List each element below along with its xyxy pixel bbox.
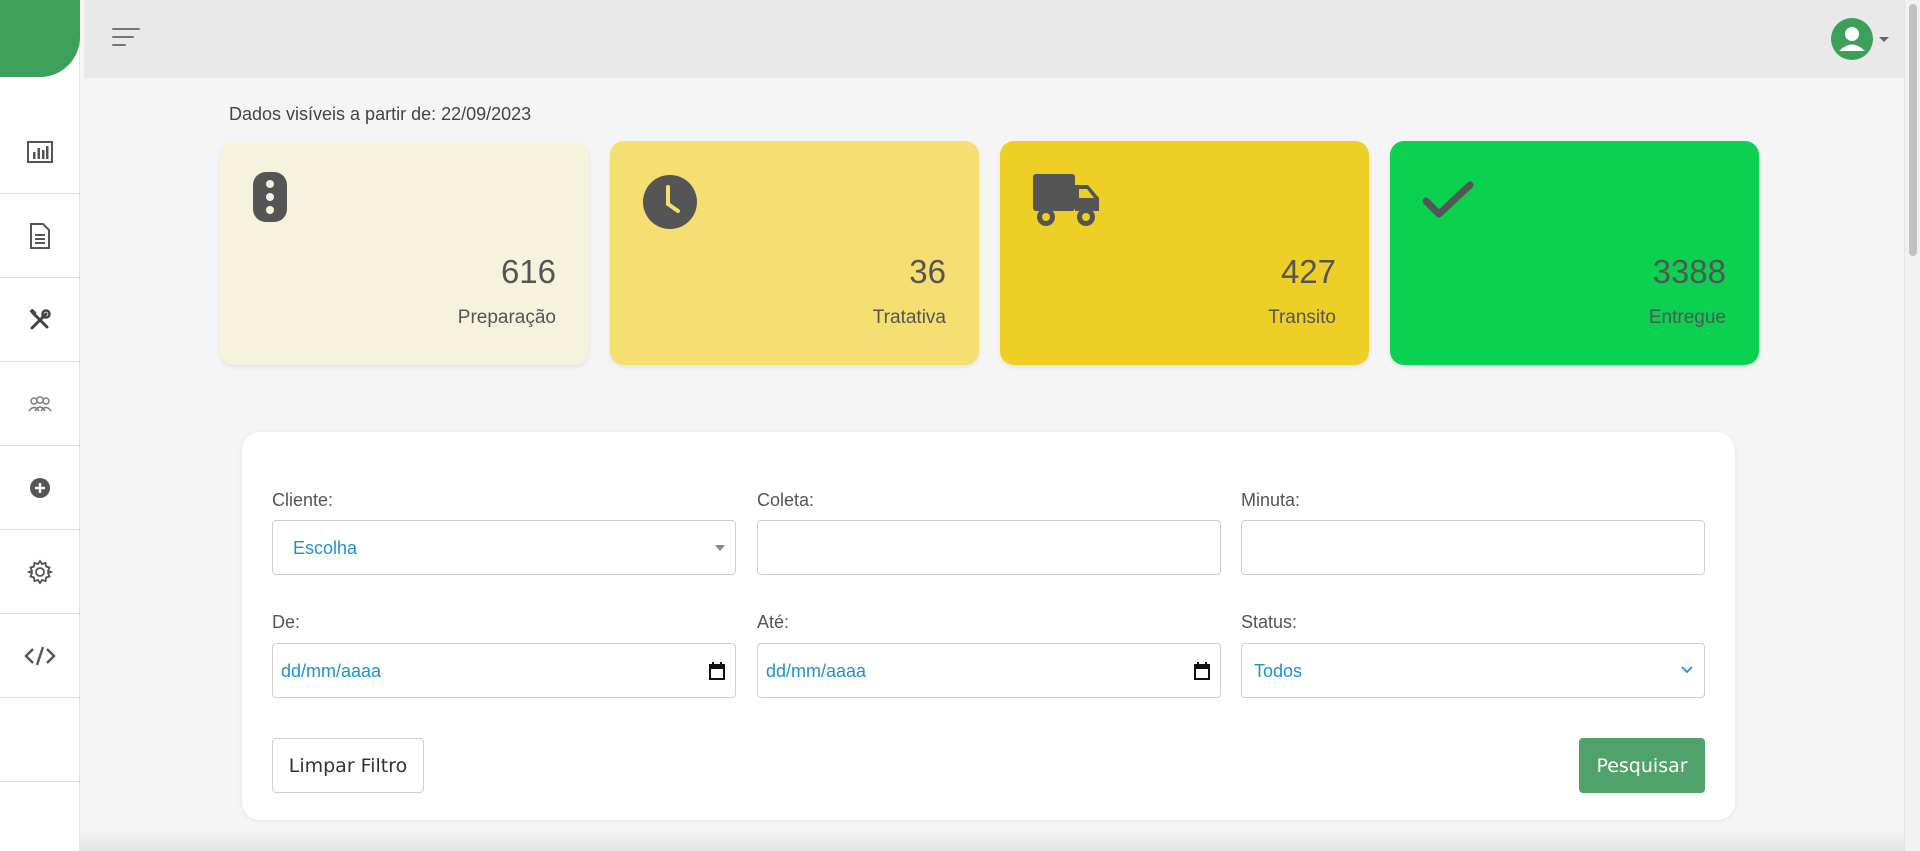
ate-label: Até: [757,612,790,632]
brand-logo [0,0,80,77]
bottom-shadow [80,829,1904,851]
cliente-select-value: Escolha [293,538,358,558]
tools-icon [29,308,51,329]
scrollbar-thumb[interactable] [1909,4,1917,256]
card-value: 36 [909,253,946,290]
chevron-down-icon [1681,666,1693,674]
cliente-select[interactable]: Escolha [272,520,736,575]
minuta-input[interactable] [1241,520,1705,575]
card-label: Transito [1268,307,1336,328]
coleta-label: Coleta: [757,490,815,510]
calendar-icon[interactable] [1194,662,1210,680]
search-button[interactable]: Pesquisar [1579,738,1705,793]
gear-icon [27,558,53,585]
status-label: Status: [1241,612,1298,632]
document-icon [30,222,50,249]
card-entregue[interactable]: 3388 Entregue [1390,141,1759,365]
sidebar-item-users[interactable] [0,362,80,446]
card-transito[interactable]: 427 Transito [1000,141,1369,365]
de-date-value: dd/mm/aaaa [281,661,382,681]
truck-icon [1033,174,1099,226]
code-icon [24,646,56,665]
minuta-label: Minuta: [1241,490,1301,510]
sidebar-item-add[interactable] [0,446,80,530]
coleta-input[interactable] [757,520,1221,575]
filter-panel [242,432,1735,820]
clear-filter-button[interactable]: Limpar Filtro [272,738,424,793]
user-menu-caret-icon[interactable] [1879,37,1889,42]
card-label: Preparação [457,307,556,328]
plus-circle-icon [30,477,50,498]
cliente-label: Cliente: [272,490,334,510]
ate-date-value: dd/mm/aaaa [766,661,867,681]
bar-chart-icon [27,140,53,163]
sidebar-item-code[interactable] [0,614,80,698]
page-scrollbar[interactable] [1904,0,1920,851]
card-value: 427 [1280,253,1336,290]
card-label: Tratativa [872,307,946,328]
status-select-value: Todos [1254,661,1303,681]
calendar-icon[interactable] [709,662,725,680]
sidebar-item-dashboard[interactable] [0,110,80,194]
de-label: De: [272,612,301,632]
card-value: 3388 [1652,253,1726,290]
dropdown-caret-icon [715,545,725,551]
sidebar-item-settings[interactable] [0,530,80,614]
sidebar [0,0,80,851]
card-tratativa[interactable]: 36 Tratativa [610,141,979,365]
user-avatar-icon[interactable] [1831,18,1873,60]
card-value: 616 [500,253,556,290]
clock-icon [643,175,697,229]
top-bar [84,0,1904,78]
hamburger-icon[interactable] [112,28,140,48]
sidebar-item-empty [0,698,80,782]
users-icon [28,395,52,411]
status-select[interactable]: Todos [1241,643,1705,698]
sidebar-item-documents[interactable] [0,194,80,278]
ate-date-input[interactable]: dd/mm/aaaa [757,643,1221,698]
data-date-notice: Dados visíveis a partir de: 22/09/2023 [229,104,532,124]
de-date-input[interactable]: dd/mm/aaaa [272,643,736,698]
card-label: Entregue [1648,307,1726,328]
check-icon [1422,181,1474,218]
sidebar-item-tools[interactable] [0,278,80,362]
traffic-light-icon [253,172,287,222]
card-preparacao[interactable]: 616 Preparação [220,141,589,365]
